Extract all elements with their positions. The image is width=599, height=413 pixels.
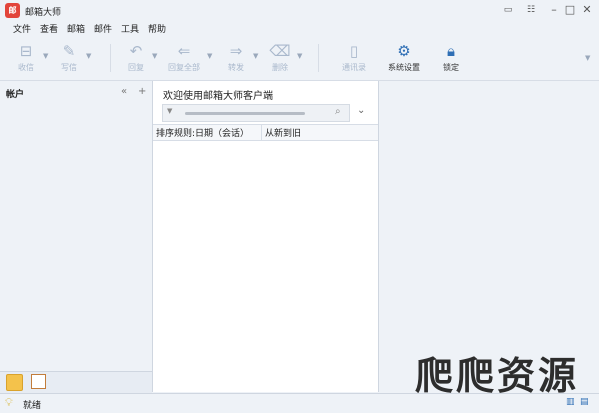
title-bar: 邮 邮箱大师 ▭ ☷ – □ ✕	[0, 0, 599, 22]
forward-icon: ⇒	[229, 42, 243, 60]
receive-dropdown-icon[interactable]: ▼	[43, 52, 48, 60]
reply-icon: ↶	[129, 42, 143, 60]
sort-order-label[interactable]: 从新到旧	[265, 126, 301, 139]
lightbulb-icon: 💡︎	[5, 396, 13, 409]
contacts-icon: ▯	[349, 42, 359, 60]
menu-help[interactable]: 帮助	[148, 22, 166, 38]
mail-list-pane: 欢迎使用邮箱大师客户端 ▼ ⌕ ⌄ 排序规则:日期（会话） 从新到旧	[153, 81, 379, 392]
gear-icon: ⚙	[397, 42, 411, 60]
menu-bar: 文件 查看 邮箱 邮件 工具 帮助	[0, 22, 599, 38]
collapse-icon[interactable]: «	[121, 86, 127, 97]
lock-icon: 🔒︎	[447, 42, 455, 60]
layout-icon[interactable]: ▥	[566, 397, 575, 407]
toolbar-overflow-icon[interactable]: ▼	[585, 54, 590, 62]
add-account-icon[interactable]: +	[138, 86, 146, 97]
forward-dropdown-icon[interactable]: ▼	[253, 52, 258, 60]
search-filter-dropdown-icon[interactable]: ▼	[167, 107, 172, 115]
maximize-button[interactable]: □	[561, 2, 579, 18]
compose-button[interactable]: ✎ 写信	[52, 40, 86, 78]
reply-all-icon: ⇐	[177, 42, 191, 60]
reply-button[interactable]: ↶ 回复	[119, 40, 153, 78]
app-logo-icon: 邮	[5, 3, 20, 18]
compose-icon: ✎	[62, 42, 76, 60]
menu-view[interactable]: 查看	[40, 22, 58, 38]
lock-button[interactable]: 🔒︎ 锁定	[434, 40, 468, 78]
delete-button[interactable]: ⌫ 删除	[263, 40, 297, 78]
toolbar-divider	[318, 44, 319, 72]
watermark-text: 爬爬资源	[415, 353, 580, 398]
inbox-icon: ⊟	[19, 42, 33, 60]
search-placeholder-blur	[185, 112, 305, 115]
reply-dropdown-icon[interactable]: ▼	[152, 52, 157, 60]
toolbar: ⊟ 收信 ▼ ✎ 写信 ▼ ↶ 回复 ▼ ⇐ 回复全部 ▼ ⇒ 转发 ▼ ⌫ 删…	[0, 38, 599, 81]
status-bar: 💡︎ 就绪 ▥ ▤	[0, 393, 599, 413]
receive-button[interactable]: ⊟ 收信	[9, 40, 43, 78]
compose-dropdown-icon[interactable]: ▼	[86, 52, 91, 60]
welcome-text: 欢迎使用邮箱大师客户端	[163, 91, 273, 102]
sort-rule-label[interactable]: 排序规则:日期（会话）	[156, 126, 249, 139]
settings-button[interactable]: ⚙ 系统设置	[387, 40, 421, 78]
delete-dropdown-icon[interactable]: ▼	[297, 52, 302, 60]
search-icon[interactable]: ⌕	[335, 106, 341, 117]
menu-tools[interactable]: 工具	[121, 22, 139, 38]
toolbar-divider	[110, 44, 111, 72]
calendar-module-icon[interactable]	[31, 374, 46, 389]
accounts-title: 帐户	[6, 90, 25, 100]
forward-button[interactable]: ⇒ 转发	[219, 40, 253, 78]
close-button[interactable]: ✕	[578, 2, 596, 18]
expand-chevron-icon[interactable]: ⌄	[357, 105, 365, 116]
skin-icon[interactable]: ☷	[522, 2, 540, 18]
trash-icon: ⌫	[269, 42, 291, 60]
status-text: 就绪	[23, 401, 42, 411]
accounts-pane: 帐户 « +	[0, 81, 153, 393]
layout-alt-icon[interactable]: ▤	[580, 397, 589, 407]
menu-file[interactable]: 文件	[13, 22, 31, 38]
menu-mailbox[interactable]: 邮箱	[67, 22, 85, 38]
menu-mail[interactable]: 邮件	[94, 22, 112, 38]
reply-all-dropdown-icon[interactable]: ▼	[207, 52, 212, 60]
sort-header-row: 排序规则:日期（会话） 从新到旧	[153, 124, 378, 141]
mail-module-icon[interactable]	[6, 374, 23, 391]
header-divider	[261, 125, 262, 140]
module-switcher	[0, 371, 152, 393]
search-input[interactable]: ▼ ⌕	[162, 104, 350, 122]
reply-all-button[interactable]: ⇐ 回复全部	[167, 40, 201, 78]
feedback-icon[interactable]: ▭	[499, 2, 517, 18]
contacts-button[interactable]: ▯ 通讯录	[337, 40, 371, 78]
window-title: 邮箱大师	[25, 8, 62, 18]
